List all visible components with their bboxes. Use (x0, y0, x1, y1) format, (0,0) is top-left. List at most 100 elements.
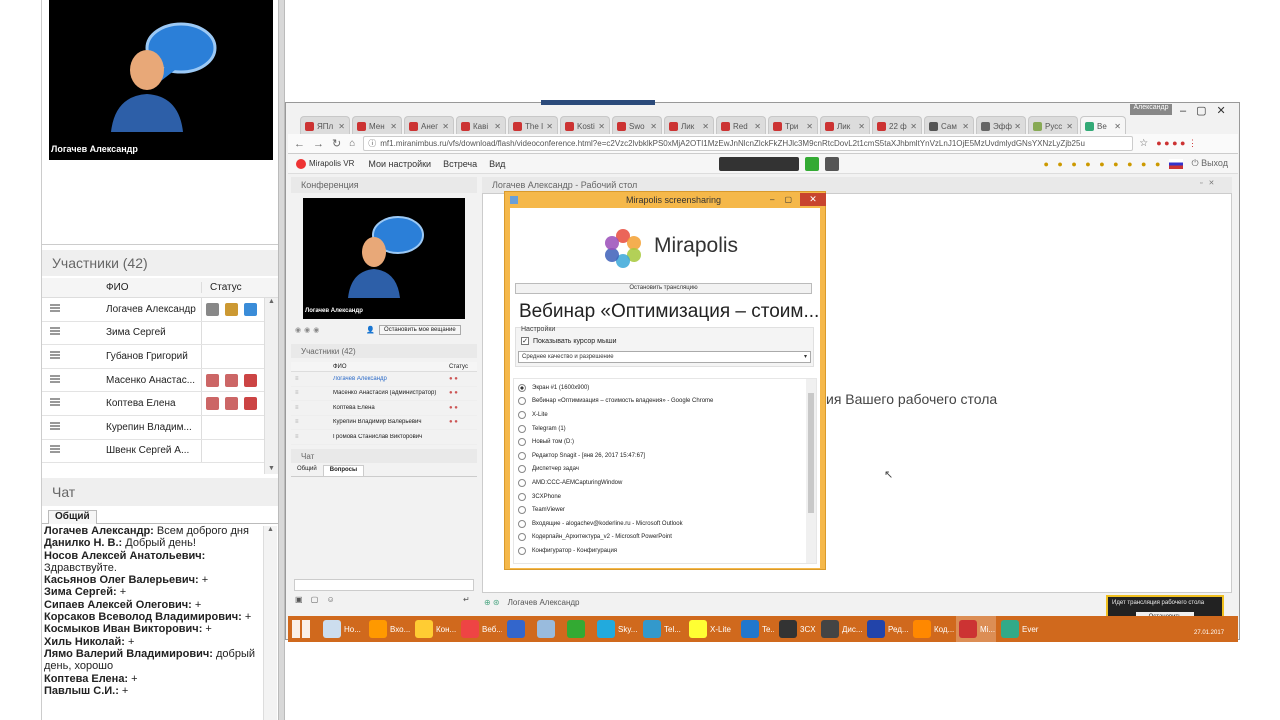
browser-tab[interactable]: Сам ✕ (924, 116, 974, 136)
browser-tab[interactable]: ЯПл ✕ (300, 116, 350, 136)
source-option[interactable]: X-Lite (514, 408, 816, 422)
toolbar-icons[interactable]: ● ● ● ● ● ● ● ● ● (1044, 159, 1164, 169)
browser-tab[interactable]: 22 ф ✕ (872, 116, 922, 136)
drag-handle-icon[interactable] (50, 303, 60, 312)
taskbar-item[interactable]: Sky... (594, 616, 638, 642)
source-list-scrollbar[interactable] (806, 379, 816, 563)
taskbar-item[interactable]: Mi... (956, 616, 996, 642)
tab-close-icon[interactable]: ✕ (856, 122, 865, 131)
reload-icon[interactable]: ↻ (332, 137, 341, 150)
taskbar-item[interactable]: Кон... (412, 616, 456, 642)
flag-icon[interactable] (1169, 158, 1184, 169)
dialog-close-button[interactable]: ✕ (800, 193, 826, 206)
source-option[interactable]: 3CXPhone (514, 490, 816, 504)
windows-start-icon[interactable] (292, 620, 310, 638)
source-radio[interactable] (518, 465, 526, 474)
drag-handle-icon[interactable]: ≡ (291, 390, 333, 396)
menu-settings[interactable]: Мои настройки (368, 159, 431, 169)
conf-chat-tab-general[interactable]: Общий (291, 465, 323, 476)
browser-tab[interactable]: The I ✕ (508, 116, 558, 136)
tab-close-icon[interactable]: ✕ (544, 122, 553, 131)
tab-close-icon[interactable]: ✕ (648, 122, 657, 131)
participant-row[interactable]: Зима Сергей (42, 321, 278, 346)
participant-row[interactable]: Швенк Сергей А... (42, 439, 278, 464)
source-radio[interactable] (518, 438, 526, 447)
tab-close-icon[interactable]: ✕ (1112, 122, 1121, 131)
taskbar-item[interactable]: Дис... (818, 616, 862, 642)
participant-row[interactable]: Губанов Григорий (42, 345, 278, 369)
taskbar-item[interactable]: X-Lite (686, 616, 736, 642)
source-radio[interactable] (518, 383, 526, 392)
browser-tab[interactable]: Анег ✕ (404, 116, 454, 136)
conf-chat-tools[interactable]: ▣ ▢ ☺ (295, 595, 338, 604)
browser-tab[interactable]: Мен ✕ (352, 116, 402, 136)
browser-tab[interactable]: Каві ✕ (456, 116, 506, 136)
conf-participant-row[interactable]: ≡ Логачев Александр ● ● (291, 372, 477, 387)
conf-participant-row[interactable]: ≡ Коптева Елена ● ● (291, 401, 477, 416)
star-icon[interactable]: ☆ (1139, 138, 1148, 149)
source-option[interactable]: Диспетчер задач (514, 463, 816, 477)
taskbar-item[interactable]: Веб... (458, 616, 502, 642)
taskbar-item[interactable]: Но... (320, 616, 364, 642)
source-option[interactable]: AMD:CCC-AEMCapturingWindow (514, 476, 816, 490)
browser-tab[interactable]: Swo ✕ (612, 116, 662, 136)
tab-close-icon[interactable]: ✕ (752, 122, 761, 131)
browser-tab[interactable]: Русс ✕ (1028, 116, 1078, 136)
browser-tab[interactable]: Эфф ✕ (976, 116, 1026, 136)
browser-tab[interactable]: Лик ✕ (664, 116, 714, 136)
drag-handle-icon[interactable] (50, 327, 60, 336)
source-radio[interactable] (518, 451, 526, 460)
participant-row[interactable]: Коптева Елена (42, 392, 278, 416)
address-bar[interactable]: ⓘ mf1.miranimbus.ru/vfs/download/flash/vi… (363, 136, 1134, 151)
source-option[interactable]: Редактор Snagit - [янв 26, 2017 15:47:67… (514, 449, 816, 463)
source-option[interactable]: Экран #1 (1600x900) (514, 381, 816, 395)
participant-row[interactable]: Масенко Анастас... (42, 368, 278, 393)
browser-tab[interactable]: Три ✕ (768, 116, 818, 136)
taskbar-item[interactable]: 3CX... (776, 616, 816, 642)
media-button-green[interactable] (805, 156, 820, 171)
tab-close-icon[interactable]: ✕ (804, 122, 813, 131)
source-option[interactable]: Конфигуратор - Конфигурация (514, 544, 816, 558)
taskbar-item[interactable]: Te... (738, 616, 774, 642)
quality-select[interactable]: Среднее качество и разрешение ▾ (518, 351, 811, 363)
dialog-maximize-button[interactable]: ▢ (784, 195, 792, 204)
source-radio[interactable] (518, 492, 526, 501)
taskbar-item[interactable]: Ever (998, 616, 1042, 642)
footer-icons[interactable]: ⊕ ⊛ (484, 598, 500, 607)
drag-handle-icon[interactable]: ≡ (291, 419, 333, 425)
source-radio[interactable] (518, 506, 526, 515)
drag-handle-icon[interactable]: ≡ (291, 434, 333, 440)
stop-stream-button[interactable]: Остановить трансляцию (515, 283, 812, 294)
participant-row[interactable]: Курепин Владим... (42, 415, 278, 440)
tab-close-icon[interactable]: ✕ (440, 122, 449, 131)
stop-broadcast-button[interactable]: Остановить мое вещание (379, 325, 461, 335)
menu-meeting[interactable]: Встреча (443, 159, 477, 169)
taskbar-item[interactable]: Tel... (640, 616, 684, 642)
browser-tab[interactable]: Red ✕ (716, 116, 766, 136)
conf-participant-row[interactable]: ≡ Масенко Анастасия (администратор) ● ● (291, 387, 477, 401)
taskbar-item[interactable]: Вхо... (366, 616, 410, 642)
conf-chat-tab-questions[interactable]: Вопросы (322, 465, 365, 476)
source-radio[interactable] (518, 533, 526, 542)
chat-tab-general[interactable]: Общий (48, 510, 97, 524)
home-icon[interactable]: ⌂ (349, 138, 355, 149)
taskbar-item[interactable] (564, 616, 592, 642)
browser-tab[interactable]: Лик ✕ (820, 116, 870, 136)
conf-col-name[interactable]: ФИО (333, 364, 449, 370)
source-option[interactable]: Telegram (1) (514, 422, 816, 436)
browser-tab[interactable]: Ве ✕ (1080, 116, 1126, 136)
tab-close-icon[interactable]: ✕ (1012, 122, 1021, 131)
media-button-dark[interactable] (825, 156, 840, 171)
send-icon[interactable]: ↵ (463, 595, 470, 604)
source-radio[interactable] (518, 519, 526, 528)
menu-view[interactable]: Вид (489, 159, 505, 169)
source-option[interactable]: Кодерлайн_Архитектура_v2 - Microsoft Pow… (514, 531, 816, 545)
tab-close-icon[interactable]: ✕ (700, 122, 709, 131)
media-controls[interactable] (719, 156, 800, 171)
taskbar-item[interactable]: Ред... (864, 616, 908, 642)
source-radio[interactable] (518, 546, 526, 555)
info-icon[interactable]: ⓘ (368, 138, 376, 149)
extension-icons[interactable]: ● ● ● ● ⋮ (1156, 138, 1197, 149)
source-radio[interactable] (518, 424, 526, 433)
drag-handle-icon[interactable] (50, 374, 60, 383)
